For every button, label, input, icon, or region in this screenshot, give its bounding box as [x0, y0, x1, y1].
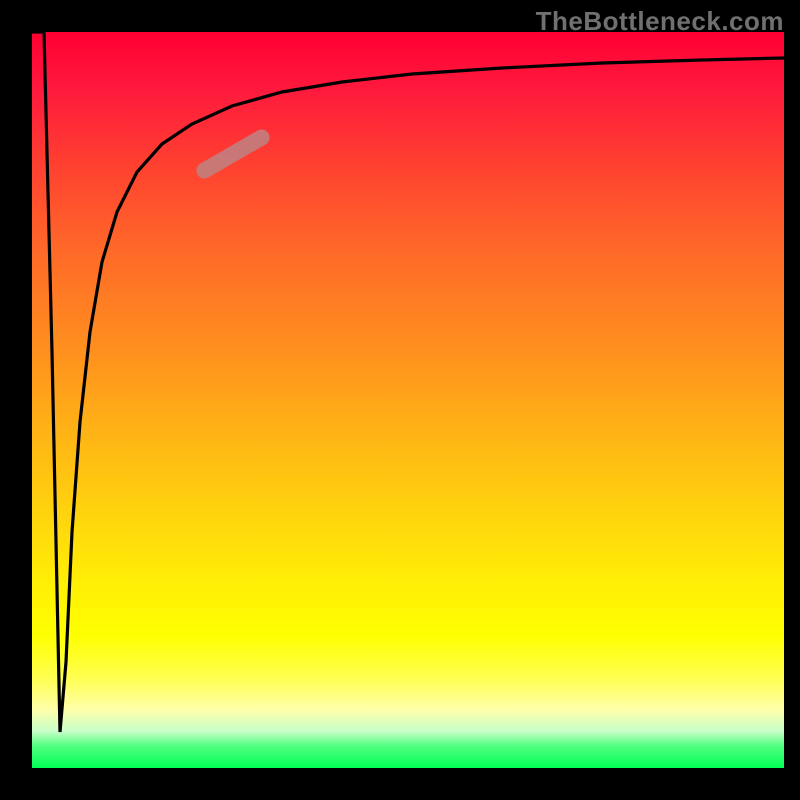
watermark-text: TheBottleneck.com [536, 6, 784, 37]
plot-area [32, 32, 784, 768]
curve-layer [32, 32, 784, 768]
chart-container: TheBottleneck.com [0, 0, 800, 800]
bottleneck-curve [32, 32, 784, 732]
